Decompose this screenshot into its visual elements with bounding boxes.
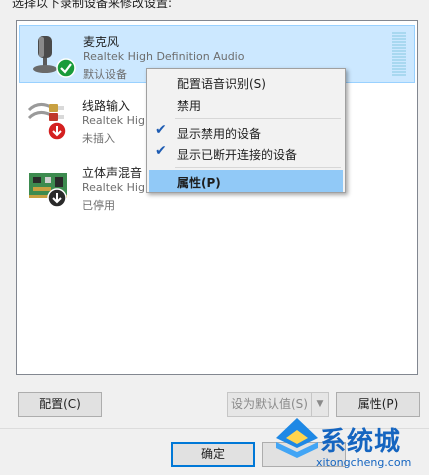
device-driver: Realtek Hig [82,181,145,194]
level-meter [392,32,406,78]
device-status: 默认设备 [83,68,127,81]
menu-item-show-disabled[interactable]: ✔ 显示禁用的设备 [149,121,343,143]
checkmark-icon: ✔ [155,143,167,159]
menu-item-properties[interactable]: 属性(P) [149,170,343,192]
device-driver: Realtek High Definition Audio [83,50,245,63]
device-status: 已停用 [82,199,115,212]
menu-item-configure-speech[interactable]: 配置语音识别(S) [149,71,343,93]
menu-item-label: 显示已断开连接的设备 [177,148,298,162]
instruction-label: 选择以下录制设备来修改设置: [12,0,173,10]
device-name: 麦克风 [83,35,120,49]
menu-separator [175,167,341,168]
checkmark-icon: ✔ [155,122,167,138]
watermark-url: xitongcheng.com [316,456,412,469]
device-name: 线路输入 [82,99,131,113]
menu-separator [175,118,341,119]
menu-item-label: 配置语音识别(S) [177,77,266,91]
menu-item-show-disconnected[interactable]: ✔ 显示已断开连接的设备 [149,142,343,164]
device-name: 立体声混音 [82,166,143,180]
default-check-badge-icon [56,58,76,78]
disabled-arrow-badge-icon [47,188,67,208]
device-driver: Realtek Hig [82,114,145,127]
watermark: 系统城 xitongcheng.com [272,408,429,475]
unplugged-arrow-badge-icon [47,121,67,141]
device-status: 未插入 [82,132,115,145]
configure-button[interactable]: 配置(C) [18,392,102,417]
menu-item-label: 禁用 [177,99,202,113]
watermark-title: 系统城 [320,427,402,457]
context-menu: 配置语音识别(S) 禁用 ✔ 显示禁用的设备 ✔ 显示已断开连接的设备 属性(P… [146,68,346,193]
ok-button[interactable]: 确定 [171,442,255,467]
menu-item-label: 显示禁用的设备 [177,127,262,141]
menu-item-disable[interactable]: 禁用 [149,93,343,115]
watermark-logo-icon [274,416,320,468]
menu-item-label: 属性(P) [177,176,221,190]
